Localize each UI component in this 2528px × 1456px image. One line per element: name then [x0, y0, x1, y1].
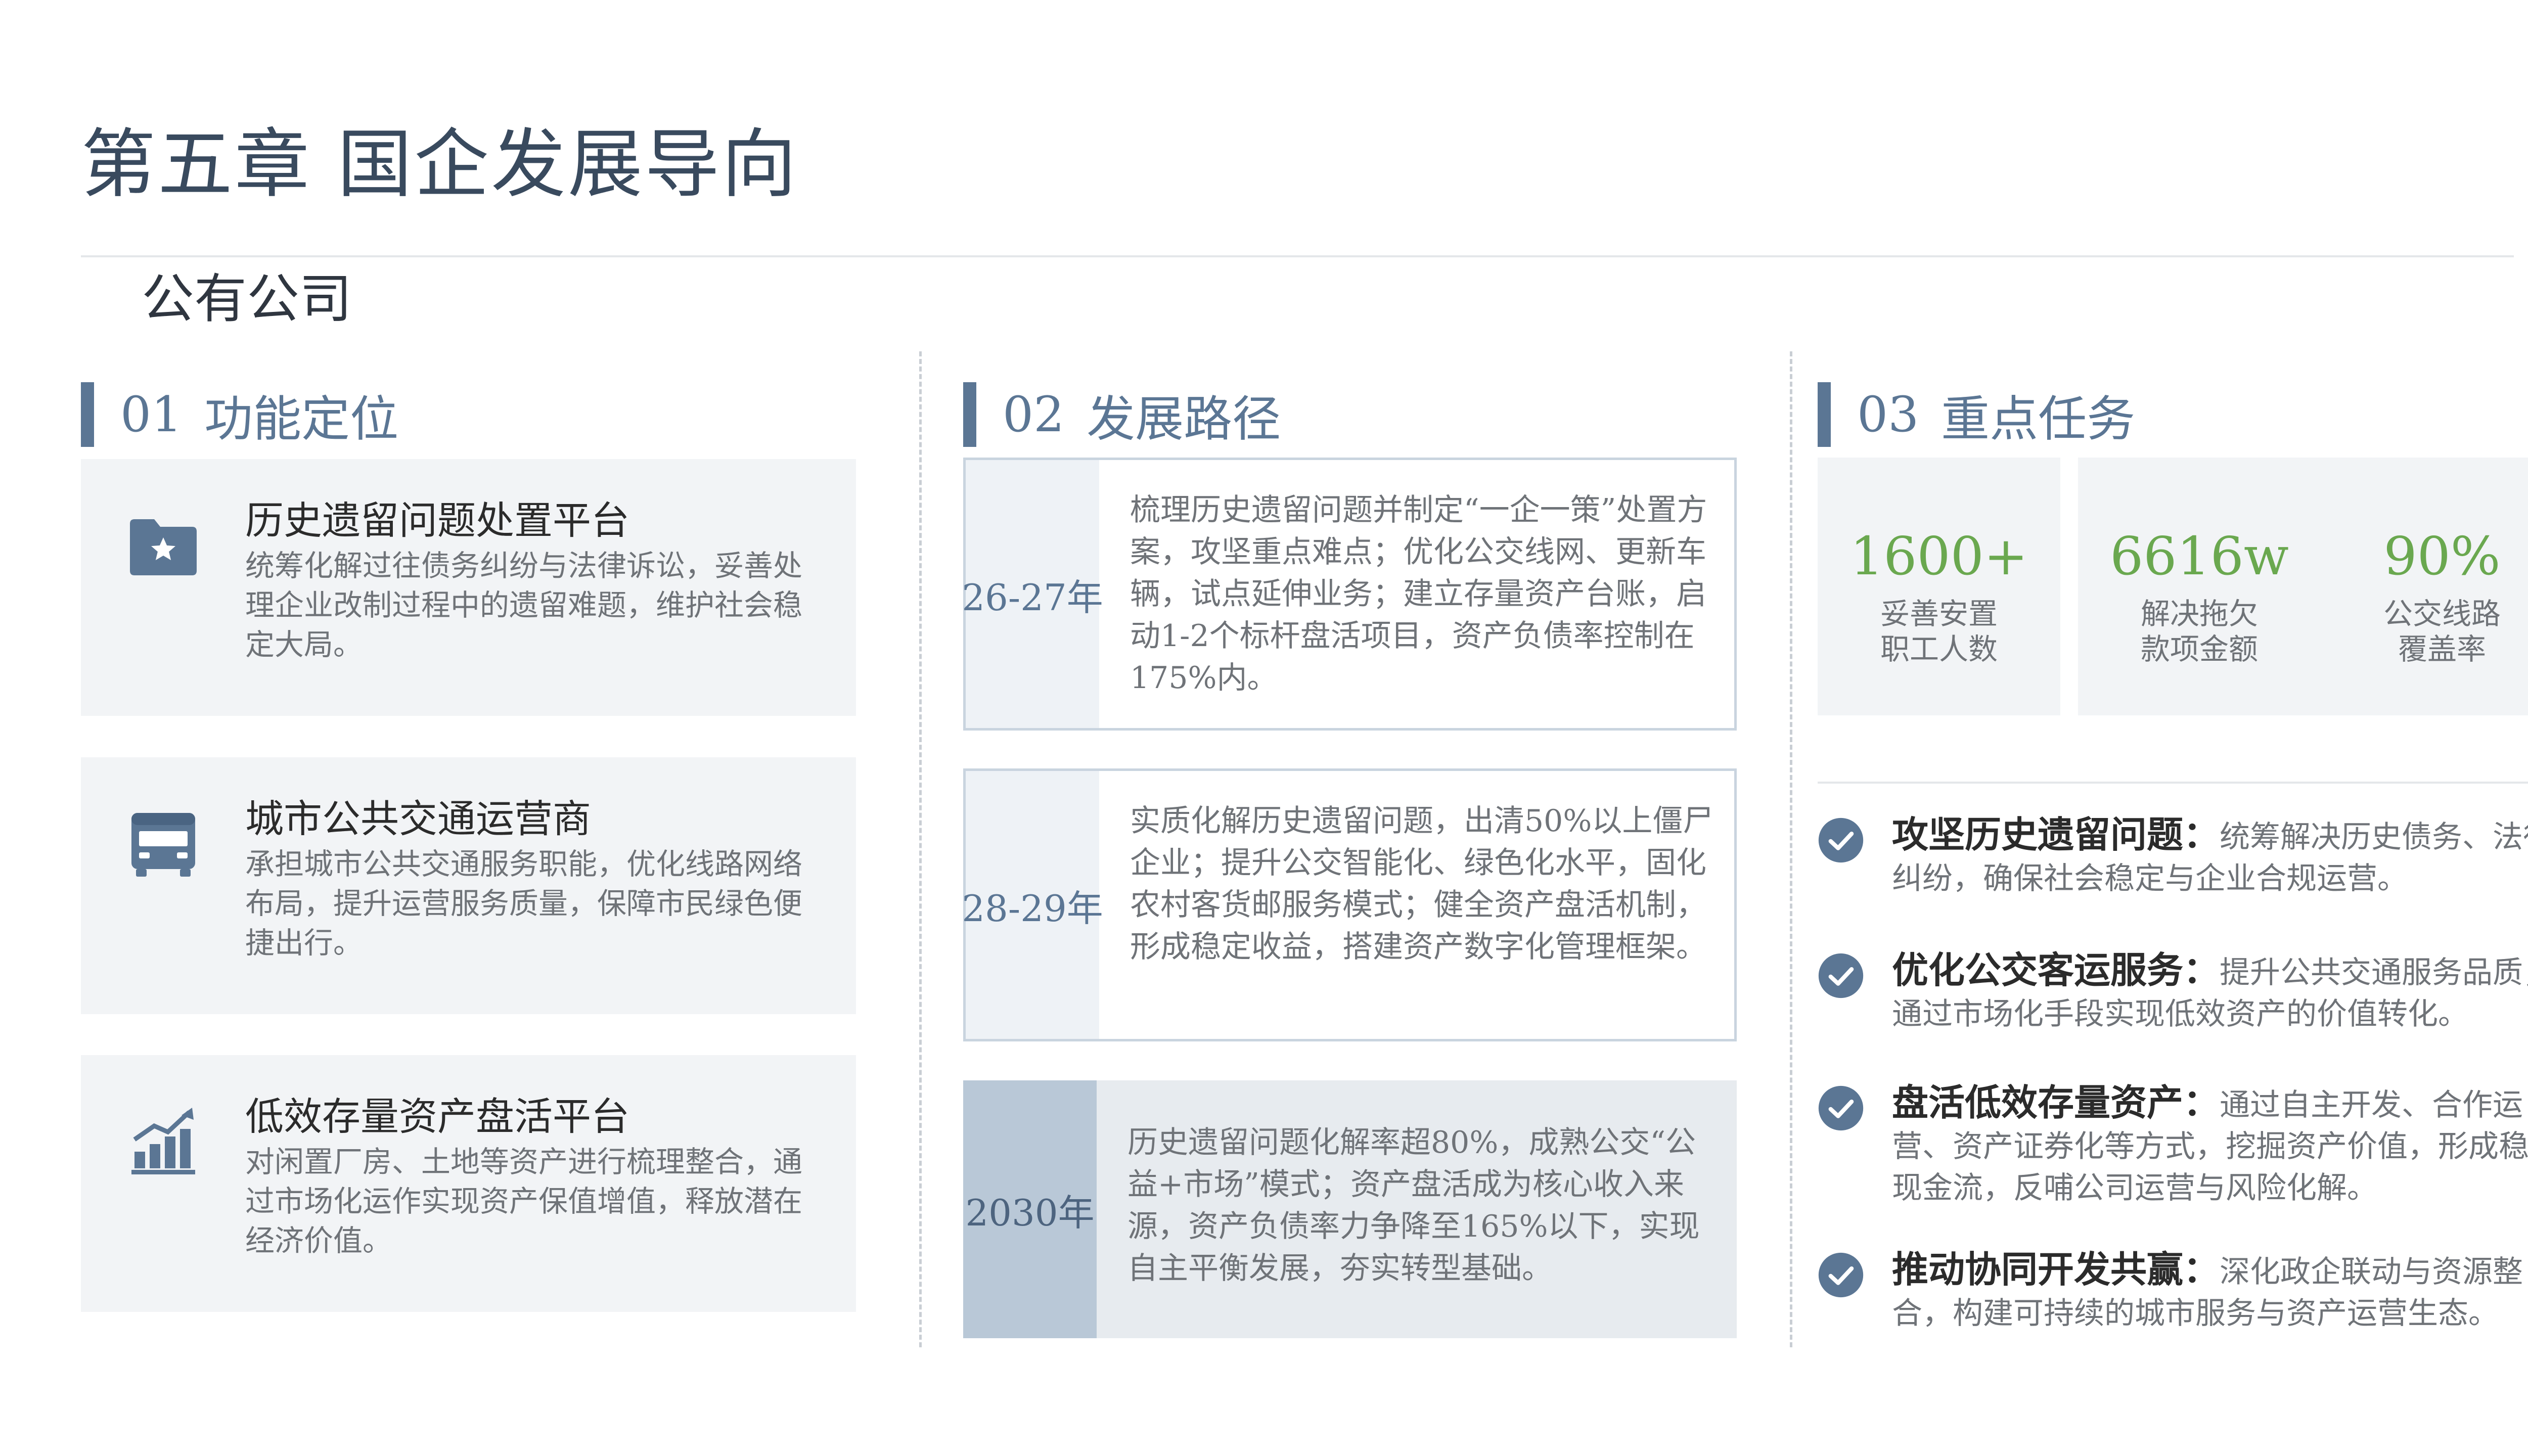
stat-label: 妥善安置 职工人数: [1833, 596, 2045, 667]
function-card: 历史遗留问题处置平台 统筹化解过往债务纠纷与法律诉讼，妥善处理企业改制过程中的遗…: [81, 459, 856, 716]
section-number: 01: [120, 386, 183, 443]
section-accent-bar: [81, 382, 94, 447]
task-heading: 优化公交客运服务：: [1892, 948, 2220, 991]
stat-label-line: 职工人数: [1880, 632, 1998, 666]
stat-item: 1600+ 妥善安置 职工人数: [1833, 523, 2045, 667]
task-text: 盘活低效存量资产：通过自主开发、合作运营、资产证券化等方式，挖掘资产价值，形成稳…: [1892, 1082, 2528, 1209]
path-description: 历史遗留问题化解率超80%，成熟公交“公益+市场”模式；资产盘活成为核心收入来源…: [1127, 1125, 1700, 1286]
task-text: 攻坚历史遗留问题：统筹解决历史债务、法律纠纷，确保社会稳定与企业合规运营。: [1892, 814, 2528, 899]
tasks-divider: [1818, 782, 2528, 784]
bar-chart-trend-icon: [131, 1108, 195, 1174]
stat-item: 90% 公交线路 覆盖率: [2336, 523, 2528, 667]
function-description: 承担城市公共交通服务职能，优化线路网络布局，提升运营服务质量，保障市民绿色便捷出…: [245, 847, 803, 960]
stat-label: 解决拖欠 款项金额: [2093, 596, 2306, 667]
task-text: 优化公交客运服务：提升公共交通服务品质，通过市场化手段实现低效资产的价值转化。: [1892, 949, 2528, 1035]
check-circle-icon: [1818, 1085, 1864, 1131]
section-heading-path: 02 发展路径: [963, 382, 1281, 447]
path-card: 26-27年 梳理历史遗留问题并制定“一企一策”处置方案，攻坚重点难点；优化公交…: [962, 458, 1737, 731]
section-heading-tasks: 03 重点任务: [1818, 382, 2135, 447]
column-divider-2: [1790, 351, 1792, 1347]
stat-label-line: 妥善安置: [1880, 597, 1998, 631]
stat-label-line: 解决拖欠: [2140, 597, 2258, 631]
function-title: 历史遗留问题处置平台: [245, 498, 629, 543]
stat-item: 6616w 解决拖欠 款项金额: [2093, 523, 2306, 667]
function-description: 统筹化解过往债务纠纷与法律诉讼，妥善处理企业改制过程中的遗留难题，维护社会稳定大…: [245, 549, 803, 662]
function-title: 低效存量资产盘活平台: [245, 1094, 629, 1139]
function-card: 城市公共交通运营商 承担城市公共交通服务职能，优化线路网络布局，提升运营服务质量…: [81, 757, 856, 1014]
function-card: 低效存量资产盘活平台 对闲置厂房、土地等资产进行梳理整合，通过市场化运作实现资产…: [81, 1055, 856, 1312]
stat-label-line: 公交线路: [2383, 597, 2501, 631]
section-accent-bar: [1818, 382, 1831, 447]
check-circle-icon: [1818, 817, 1864, 863]
stat-card: 6616w 解决拖欠 款项金额 90% 公交线路 覆盖率: [2078, 458, 2528, 715]
function-description: 对闲置厂房、土地等资产进行梳理整合，通过市场化运作实现资产保值增值，释放潜在经济…: [245, 1145, 803, 1258]
section-title: 功能定位: [204, 390, 399, 447]
section-heading-function: 01 功能定位: [81, 382, 398, 447]
column-divider-1: [919, 351, 922, 1347]
folder-star-icon: [130, 519, 197, 575]
path-year: 26-27年: [962, 460, 1103, 728]
task-text: 推动协同开发共赢：深化政企联动与资源整合，构建可持续的城市服务与资产运营生态。: [1892, 1249, 2528, 1334]
section-accent-bar: [963, 382, 976, 447]
function-title: 城市公共交通运营商: [245, 796, 591, 841]
check-circle-icon: [1818, 953, 1864, 998]
stat-label-line: 款项金额: [2140, 632, 2258, 666]
task-heading: 推动协同开发共赢：: [1892, 1248, 2220, 1291]
path-year: 2030年: [963, 1080, 1097, 1338]
path-card: 28-29年 实质化解历史遗留问题，出清50%以上僵尸企业；提升公交智能化、绿色…: [962, 768, 1737, 1041]
stat-label: 公交线路 覆盖率: [2336, 596, 2528, 667]
stat-value: 90%: [2383, 525, 2501, 587]
task-heading: 盘活低效存量资产：: [1892, 1081, 2220, 1124]
path-year: 28-29年: [962, 771, 1103, 1039]
company-name: 公有公司: [142, 268, 352, 330]
stat-label-line: 覆盖率: [2398, 632, 2486, 666]
chapter-title: 第五章 国企发展导向: [81, 121, 799, 208]
stat-value: 1600+: [1850, 525, 2028, 587]
path-description: 实质化解历史遗留问题，出清50%以上僵尸企业；提升公交智能化、绿色化水平，固化农…: [1130, 803, 1713, 965]
bus-icon: [131, 813, 195, 877]
section-number: 03: [1857, 386, 1919, 443]
task-heading: 攻坚历史遗留问题：: [1892, 813, 2220, 856]
path-description: 梳理历史遗留问题并制定“一企一策”处置方案，攻坚重点难点；优化公交线网、更新车辆…: [1130, 492, 1707, 696]
header-divider: [81, 255, 2514, 257]
path-card: 2030年 历史遗留问题化解率超80%，成熟公交“公益+市场”模式；资产盘活成为…: [963, 1080, 1737, 1338]
stat-card: 1600+ 妥善安置 职工人数: [1818, 458, 2060, 715]
check-circle-icon: [1818, 1252, 1864, 1298]
stat-value: 6616w: [2110, 525, 2289, 587]
section-number: 02: [1003, 386, 1065, 443]
section-title: 重点任务: [1941, 390, 2136, 447]
section-title: 发展路径: [1087, 390, 1281, 447]
